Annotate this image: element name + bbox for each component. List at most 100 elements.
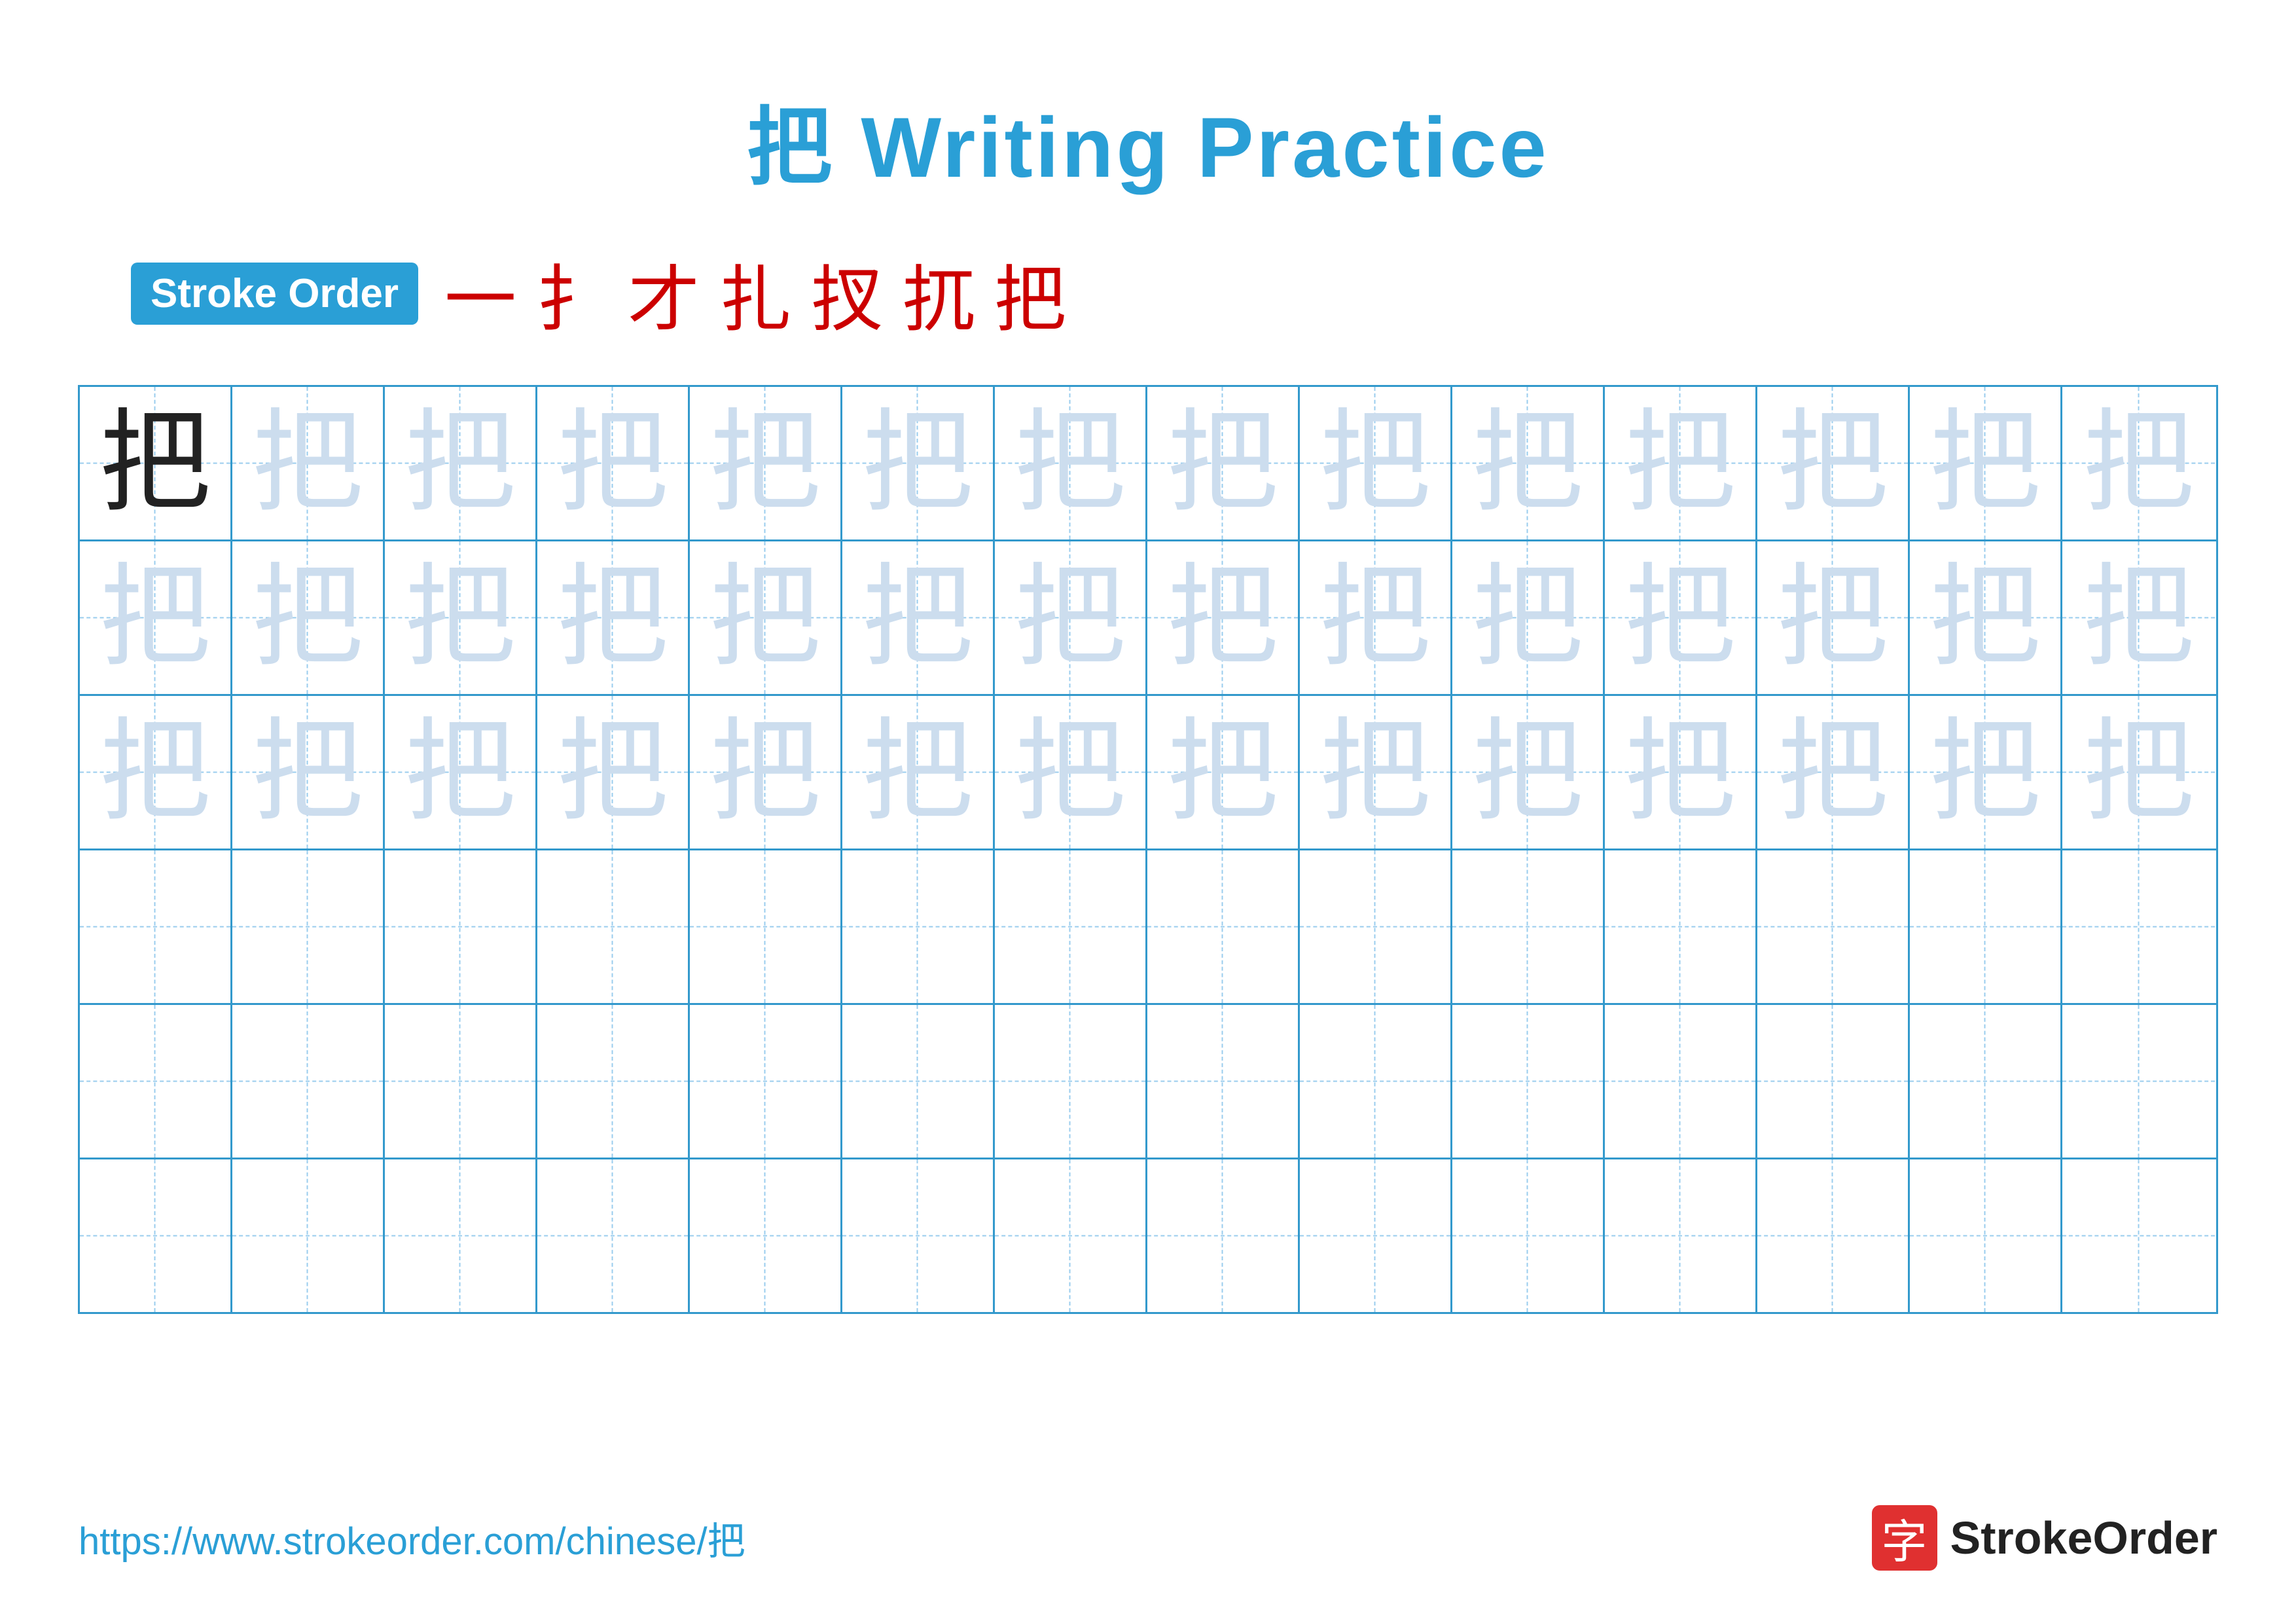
grid-cell-r4c1[interactable] xyxy=(80,850,232,1003)
grid-cell-r1c6[interactable]: 把 xyxy=(842,387,995,539)
grid-cell-r1c2[interactable]: 把 xyxy=(232,387,385,539)
grid-cell-r5c2[interactable] xyxy=(232,1005,385,1158)
grid-cell-r3c6[interactable]: 把 xyxy=(842,696,995,848)
grid-row-4 xyxy=(80,850,2216,1005)
grid-row-6 xyxy=(80,1159,2216,1312)
grid-cell-r6c3[interactable] xyxy=(385,1159,537,1312)
grid-cell-r4c9[interactable] xyxy=(1300,850,1452,1003)
grid-cell-r2c7[interactable]: 把 xyxy=(995,541,1147,694)
grid-cell-r2c6[interactable]: 把 xyxy=(842,541,995,694)
grid-cell-r4c4[interactable] xyxy=(537,850,690,1003)
grid-cell-r6c12[interactable] xyxy=(1757,1159,1910,1312)
grid-cell-r6c13[interactable] xyxy=(1910,1159,2062,1312)
grid-cell-r3c8[interactable]: 把 xyxy=(1147,696,1300,848)
grid-row-1: 把 把 把 把 把 把 把 把 把 把 把 把 把 把 xyxy=(80,387,2216,541)
grid-cell-r6c9[interactable] xyxy=(1300,1159,1452,1312)
grid-cell-r6c1[interactable] xyxy=(80,1159,232,1312)
grid-cell-r4c12[interactable] xyxy=(1757,850,1910,1003)
grid-cell-r1c12[interactable]: 把 xyxy=(1757,387,1910,539)
stroke-6: 扤 xyxy=(903,241,975,346)
stroke-order-row: Stroke Order 一 扌 才 扎 扠 扤 把 xyxy=(52,241,1066,346)
footer-url: https://www.strokeorder.com/chinese/把 xyxy=(79,1510,745,1565)
grid-cell-r2c9[interactable]: 把 xyxy=(1300,541,1452,694)
grid-cell-r4c6[interactable] xyxy=(842,850,995,1003)
grid-cell-r5c5[interactable] xyxy=(690,1005,842,1158)
grid-cell-r6c14[interactable] xyxy=(2062,1159,2215,1312)
grid-cell-r2c13[interactable]: 把 xyxy=(1910,541,2062,694)
grid-cell-r1c9[interactable]: 把 xyxy=(1300,387,1452,539)
grid-cell-r1c13[interactable]: 把 xyxy=(1910,387,2062,539)
page-title: 把 Writing Practice xyxy=(747,79,1549,202)
grid-cell-r5c3[interactable] xyxy=(385,1005,537,1158)
grid-cell-r3c2[interactable]: 把 xyxy=(232,696,385,848)
grid-cell-r3c14[interactable]: 把 xyxy=(2062,696,2215,848)
grid-cell-r3c13[interactable]: 把 xyxy=(1910,696,2062,848)
grid-cell-r6c8[interactable] xyxy=(1147,1159,1300,1312)
grid-cell-r1c10[interactable]: 把 xyxy=(1452,387,1605,539)
page: 把 Writing Practice Stroke Order 一 扌 才 扎 … xyxy=(0,0,2296,1623)
grid-cell-r4c2[interactable] xyxy=(232,850,385,1003)
grid-cell-r3c4[interactable]: 把 xyxy=(537,696,690,848)
grid-cell-r4c7[interactable] xyxy=(995,850,1147,1003)
grid-cell-r2c8[interactable]: 把 xyxy=(1147,541,1300,694)
grid-cell-r4c3[interactable] xyxy=(385,850,537,1003)
grid-cell-r5c13[interactable] xyxy=(1910,1005,2062,1158)
grid-cell-r5c12[interactable] xyxy=(1757,1005,1910,1158)
grid-cell-r3c5[interactable]: 把 xyxy=(690,696,842,848)
grid-cell-r3c9[interactable]: 把 xyxy=(1300,696,1452,848)
title-character: 把 xyxy=(747,100,834,195)
grid-cell-r1c4[interactable]: 把 xyxy=(537,387,690,539)
grid-cell-r6c10[interactable] xyxy=(1452,1159,1605,1312)
grid-cell-r6c7[interactable] xyxy=(995,1159,1147,1312)
grid-cell-r5c4[interactable] xyxy=(537,1005,690,1158)
grid-cell-r2c4[interactable]: 把 xyxy=(537,541,690,694)
grid-cell-r5c6[interactable] xyxy=(842,1005,995,1158)
grid-cell-r2c11[interactable]: 把 xyxy=(1605,541,1757,694)
grid-row-2: 把 把 把 把 把 把 把 把 把 把 把 把 把 把 xyxy=(80,541,2216,696)
grid-cell-r6c4[interactable] xyxy=(537,1159,690,1312)
grid-cell-r6c5[interactable] xyxy=(690,1159,842,1312)
grid-cell-r4c11[interactable] xyxy=(1605,850,1757,1003)
grid-cell-r3c12[interactable]: 把 xyxy=(1757,696,1910,848)
grid-cell-r3c3[interactable]: 把 xyxy=(385,696,537,848)
stroke-1: 一 xyxy=(444,241,516,346)
stroke-5: 扠 xyxy=(811,241,883,346)
grid-cell-r1c11[interactable]: 把 xyxy=(1605,387,1757,539)
grid-cell-r6c6[interactable] xyxy=(842,1159,995,1312)
grid-cell-r1c1[interactable]: 把 xyxy=(80,387,232,539)
grid-cell-r1c8[interactable]: 把 xyxy=(1147,387,1300,539)
grid-cell-r2c10[interactable]: 把 xyxy=(1452,541,1605,694)
grid-cell-r4c14[interactable] xyxy=(2062,850,2215,1003)
grid-cell-r6c11[interactable] xyxy=(1605,1159,1757,1312)
grid-cell-r2c12[interactable]: 把 xyxy=(1757,541,1910,694)
grid-cell-r2c1[interactable]: 把 xyxy=(80,541,232,694)
grid-cell-r3c1[interactable]: 把 xyxy=(80,696,232,848)
grid-cell-r1c7[interactable]: 把 xyxy=(995,387,1147,539)
grid-cell-r4c5[interactable] xyxy=(690,850,842,1003)
grid-cell-r5c8[interactable] xyxy=(1147,1005,1300,1158)
grid-cell-r6c2[interactable] xyxy=(232,1159,385,1312)
writing-grid: 把 把 把 把 把 把 把 把 把 把 把 把 把 把 把 把 把 把 把 把 … xyxy=(78,385,2218,1314)
grid-cell-r3c11[interactable]: 把 xyxy=(1605,696,1757,848)
grid-cell-r4c8[interactable] xyxy=(1147,850,1300,1003)
grid-cell-r5c1[interactable] xyxy=(80,1005,232,1158)
grid-cell-r4c10[interactable] xyxy=(1452,850,1605,1003)
grid-cell-r5c11[interactable] xyxy=(1605,1005,1757,1158)
grid-cell-r3c10[interactable]: 把 xyxy=(1452,696,1605,848)
footer-logo: 字 StrokeOrder xyxy=(1872,1505,2217,1571)
grid-cell-r5c7[interactable] xyxy=(995,1005,1147,1158)
grid-cell-r5c10[interactable] xyxy=(1452,1005,1605,1158)
grid-cell-r2c2[interactable]: 把 xyxy=(232,541,385,694)
grid-cell-r2c3[interactable]: 把 xyxy=(385,541,537,694)
grid-cell-r1c5[interactable]: 把 xyxy=(690,387,842,539)
grid-cell-r3c7[interactable]: 把 xyxy=(995,696,1147,848)
grid-cell-r5c14[interactable] xyxy=(2062,1005,2215,1158)
stroke-3: 才 xyxy=(628,241,700,346)
grid-cell-r1c3[interactable]: 把 xyxy=(385,387,537,539)
grid-cell-r5c9[interactable] xyxy=(1300,1005,1452,1158)
grid-cell-r4c13[interactable] xyxy=(1910,850,2062,1003)
grid-cell-r2c5[interactable]: 把 xyxy=(690,541,842,694)
stroke-7: 把 xyxy=(994,241,1066,346)
grid-cell-r2c14[interactable]: 把 xyxy=(2062,541,2215,694)
grid-cell-r1c14[interactable]: 把 xyxy=(2062,387,2215,539)
